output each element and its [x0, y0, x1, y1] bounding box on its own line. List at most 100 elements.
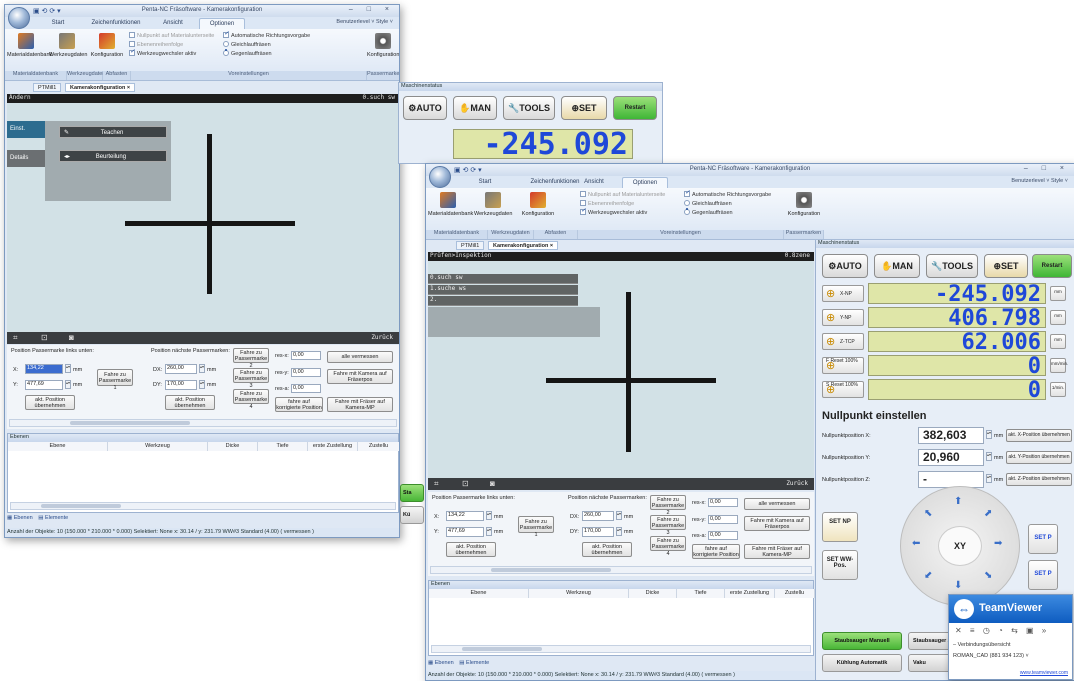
- fahre-zu-4-button-front[interactable]: Fahre zu Passermarke 4: [650, 536, 686, 557]
- arrow-up-right-icon[interactable]: ⬈: [984, 508, 992, 519]
- man-mode-button-back[interactable]: ✋MAN: [453, 96, 497, 120]
- tools-mode-button-back[interactable]: 🔧TOOLS: [503, 96, 555, 120]
- restart-button-back[interactable]: Restart: [613, 96, 657, 120]
- window-controls-front[interactable]: – □ ×: [1024, 165, 1070, 172]
- dx-spinner-front[interactable]: ▴▾: [616, 511, 622, 520]
- feed-unit-button[interactable]: mm/min.: [1050, 358, 1068, 373]
- auto-richtung-checkbox-front[interactable]: Automatische Richtungsvorgabe: [684, 191, 771, 198]
- z-tcp-button[interactable]: Z-TCP: [822, 333, 864, 350]
- spindle-unit-button[interactable]: 1/min.: [1050, 382, 1066, 397]
- col-werkzeug[interactable]: Werkzeug: [108, 442, 208, 451]
- col-ebene-front[interactable]: Ebene: [429, 589, 529, 598]
- gleichlauf-radio-front[interactable]: Gleichlauffräsen: [684, 200, 732, 207]
- quick-access-toolbar-front[interactable]: ▣ ⟲ ⟳ ▾: [454, 166, 482, 174]
- auto-mode-button-back[interactable]: ⚙AUTO: [403, 96, 447, 120]
- fahre-zu-3-button[interactable]: Fahre zu Passermarke 3: [233, 368, 269, 389]
- teamviewer-link[interactable]: www.teamviewer.com: [1020, 670, 1068, 676]
- col-dicke[interactable]: Dicke: [208, 442, 258, 451]
- res-x-field[interactable]: 0,00: [291, 351, 321, 360]
- ebenenreihenfolge-checkbox-front[interactable]: Ebenenreihenfolge: [580, 200, 634, 207]
- arrow-down-right-icon[interactable]: ⬊: [984, 570, 992, 581]
- nullpunkt-checkbox-front[interactable]: Nullpunkt auf Materialunterseite: [580, 191, 665, 198]
- akt-position2-button[interactable]: akt. Position übernehmen: [165, 395, 215, 410]
- tab-elemente-front[interactable]: ▤ Elemente: [459, 660, 489, 666]
- fahre-zu-2-button-front[interactable]: Fahre zu Passermarke 2: [650, 495, 686, 516]
- fahre-zu-1-button[interactable]: Fahre zu Passermarke 1: [97, 369, 133, 391]
- camera-icon[interactable]: ◙: [69, 333, 74, 342]
- y-spinner[interactable]: ▴▾: [65, 380, 71, 389]
- akt-position2-button-front[interactable]: akt. Position übernehmen: [582, 542, 632, 557]
- dy-input[interactable]: 170,00: [165, 380, 197, 390]
- spindle-reset-button[interactable]: S Reset 100%: [822, 381, 864, 398]
- x-input[interactable]: 134,22: [25, 364, 63, 374]
- col-tiefe[interactable]: Tiefe: [258, 442, 308, 451]
- fahre-korr-button[interactable]: fahre auf korrigierte Position: [275, 397, 323, 412]
- details-tab[interactable]: Details: [7, 150, 45, 167]
- overlay-row-0[interactable]: 0.such sw: [428, 274, 578, 284]
- col-zustellung[interactable]: Zustellu: [358, 442, 399, 451]
- tab-elemente[interactable]: ▤ Elemente: [38, 515, 68, 521]
- horizontal-scrollbar-front[interactable]: [430, 566, 812, 574]
- res-y-field[interactable]: 0,00: [291, 368, 321, 377]
- dx-input[interactable]: 260,00: [165, 364, 197, 374]
- doctab-kamerakonfiguration[interactable]: Kamerakonfiguration ×: [65, 83, 136, 92]
- fahre-fraeser-button[interactable]: Fahre mit Fräser auf Kamera-MP: [327, 397, 393, 412]
- x-spinner[interactable]: ▴▾: [65, 364, 71, 373]
- werkzeugdaten-button[interactable]: Werkzeugdaten: [49, 33, 87, 58]
- fahre-zu-4-button[interactable]: Fahre zu Passermarke 4: [233, 389, 269, 410]
- arrow-up-icon[interactable]: ⬆: [954, 496, 962, 507]
- konfiguration-button-front[interactable]: Konfiguration: [518, 192, 558, 217]
- verbindung-header[interactable]: – Verbindungsübersicht: [953, 642, 1011, 648]
- konfiguration-button[interactable]: Konfiguration: [89, 33, 125, 58]
- ebenen-scrollbar[interactable]: [10, 502, 396, 510]
- set-ww-button[interactable]: SET WW-Pos.: [822, 550, 858, 580]
- akt-position-button-front[interactable]: akt. Position übernehmen: [446, 542, 496, 557]
- set-p1-button[interactable]: SET P: [1028, 524, 1058, 554]
- application-menu-button-front[interactable]: [429, 166, 451, 188]
- connection-entry[interactable]: ROMAN_CAD (881 934 123) ˅: [953, 653, 1029, 659]
- application-menu-button[interactable]: [8, 7, 30, 29]
- fahre-zu-1-button-front[interactable]: Fahre zu Passermarke 1: [518, 516, 554, 538]
- np-y-input[interactable]: 20,960: [918, 449, 984, 466]
- horizontal-scrollbar[interactable]: [9, 419, 397, 427]
- gleichlauf-radio[interactable]: Gleichlauffräsen: [223, 41, 271, 48]
- teamviewer-toolbar[interactable]: ✕ ≡ ◷ ◔ ⇆ ▣ »: [955, 626, 1049, 635]
- z-unit-button[interactable]: mm: [1050, 334, 1066, 349]
- alle-vermessen-button[interactable]: alle vermessen: [327, 351, 393, 363]
- x-spinner-front[interactable]: ▴▾: [486, 511, 492, 520]
- tab-ansicht[interactable]: Ansicht: [155, 18, 191, 29]
- auto-richtung-checkbox[interactable]: Automatische Richtungsvorgabe: [223, 32, 310, 39]
- zoom-icon[interactable]: ⊡: [462, 479, 469, 488]
- arrow-right-icon[interactable]: ➡: [994, 538, 1002, 549]
- konfiguration2-button-front[interactable]: Konfiguration: [784, 192, 824, 217]
- x-unit-button[interactable]: mm: [1050, 286, 1066, 301]
- nullpunkt-checkbox[interactable]: Nullpunkt auf Materialunterseite: [129, 32, 214, 39]
- akt-position-button[interactable]: akt. Position übernehmen: [25, 395, 75, 410]
- xy-center-button[interactable]: XY: [938, 526, 982, 566]
- res-y-field-front[interactable]: 0,00: [708, 515, 738, 524]
- werkzeugdaten-button-front[interactable]: Werkzeugdaten: [474, 192, 512, 217]
- restart-button[interactable]: Restart: [1032, 254, 1072, 278]
- doctab-kamerakonfiguration-front[interactable]: Kamerakonfiguration ×: [488, 241, 559, 250]
- tab-start-front[interactable]: Start: [470, 177, 500, 188]
- overlay-row-2[interactable]: 2.: [428, 296, 578, 306]
- zoom-icon[interactable]: ⊡: [41, 333, 48, 342]
- kuehl-button-back[interactable]: Kü: [400, 506, 424, 524]
- fahre-zu-3-button-front[interactable]: Fahre zu Passermarke 3: [650, 515, 686, 536]
- teachen-button[interactable]: ✎ Teachen: [59, 126, 167, 138]
- kuehlung-automatik-button[interactable]: Kühlung Automatik: [822, 654, 902, 672]
- doctab-pmill-front[interactable]: PTMill1: [456, 241, 485, 250]
- y-np-button[interactable]: Y-NP: [822, 309, 864, 326]
- tab-zeichenfunktionen[interactable]: Zeichenfunktionen: [85, 18, 147, 29]
- y-input-front[interactable]: 477,69: [446, 527, 484, 537]
- beurteilung-button[interactable]: ◂▸ Beurteilung: [59, 150, 167, 162]
- ebenen-scrollbar-front[interactable]: [431, 645, 811, 653]
- zurueck-button-front[interactable]: Zurück: [786, 480, 808, 487]
- np-x-input[interactable]: 382,603: [918, 427, 984, 444]
- doctab-pmill[interactable]: PTMill1: [33, 83, 62, 92]
- tab-optionen-front[interactable]: Optionen: [622, 177, 668, 188]
- col-werkzeug-front[interactable]: Werkzeug: [529, 589, 629, 598]
- dx-spinner[interactable]: ▴▾: [199, 364, 205, 373]
- materialdatenbank-button-front[interactable]: Materialdatenbank: [428, 192, 473, 217]
- fit-icon[interactable]: ⌗: [13, 333, 18, 343]
